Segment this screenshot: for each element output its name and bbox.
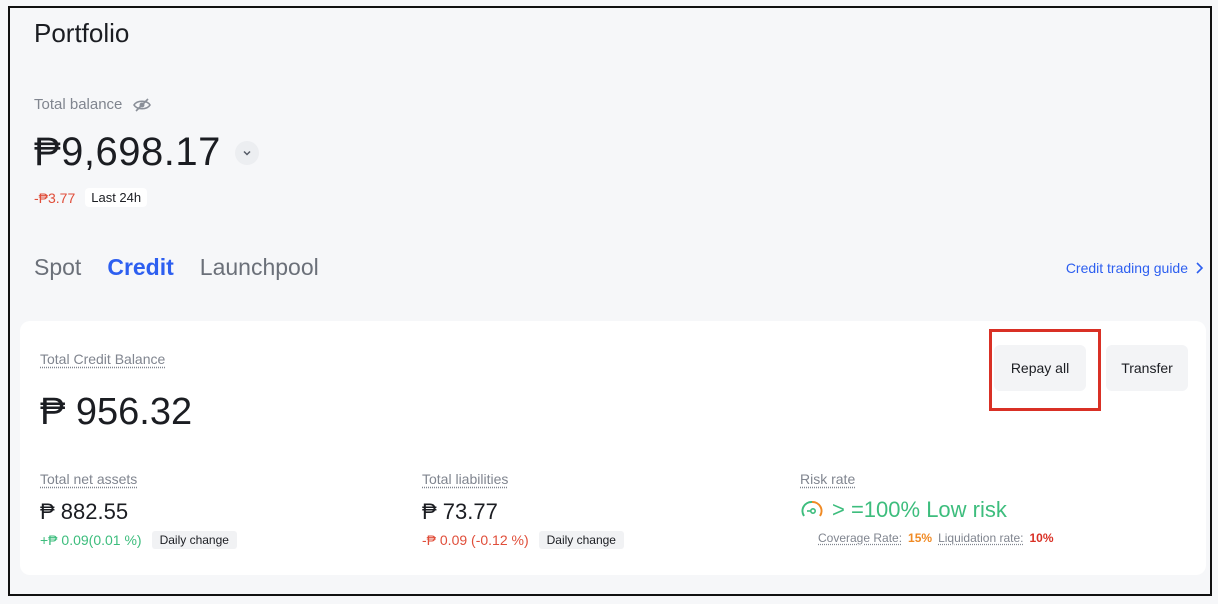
portfolio-tabs: Spot Credit Launchpool — [34, 254, 319, 281]
total-credit-balance-value: ₱ 956.32 — [40, 391, 193, 433]
liabilities-block: Total liabilities ₱ 73.77 -₱ 0.09 (-0.12… — [422, 471, 624, 549]
portfolio-page: Portfolio Total balance ₱9,698.17 -₱3.77… — [8, 6, 1212, 596]
tab-credit[interactable]: Credit — [107, 254, 173, 281]
risk-rate-label[interactable]: Risk rate — [800, 471, 1054, 487]
net-assets-value: ₱ 882.55 — [40, 499, 129, 524]
total-credit-balance-label[interactable]: Total Credit Balance — [40, 351, 165, 367]
transfer-button[interactable]: Transfer — [1106, 345, 1188, 391]
daily-change-badge: Daily change — [538, 531, 624, 549]
net-assets-change-row: +₱ 0.09(0.01 %) Daily change — [40, 531, 237, 549]
period-badge: Last 24h — [85, 188, 148, 207]
liquidation-rate-label[interactable]: Liquidation rate: — [938, 531, 1023, 545]
total-balance-amount: ₱9,698.17 — [34, 130, 221, 174]
net-assets-label[interactable]: Total net assets — [40, 471, 237, 487]
eye-hidden-icon[interactable] — [132, 97, 152, 112]
credit-trading-guide-label: Credit trading guide — [1065, 260, 1188, 276]
risk-rate-row: > =100% Low risk — [800, 497, 1054, 523]
chevron-right-icon — [1196, 262, 1204, 274]
coverage-rate-label[interactable]: Coverage Rate: — [818, 531, 902, 545]
page-title: Portfolio — [34, 18, 130, 48]
liquidation-rate-value: 10% — [1029, 531, 1054, 545]
liabilities-label[interactable]: Total liabilities — [422, 471, 624, 487]
total-balance-label: Total balance — [34, 96, 152, 113]
total-balance-value: ₱9,698.17 — [34, 130, 259, 175]
balance-change-row: -₱3.77 Last 24h — [34, 188, 148, 207]
rates-row: Coverage Rate: 15% Liquidation rate: 10% — [800, 531, 1054, 545]
highlight-box — [989, 329, 1101, 411]
liabilities-value: ₱ 73.77 — [422, 499, 498, 524]
tab-spot[interactable]: Spot — [34, 254, 81, 281]
net-assets-change: +₱ 0.09(0.01 %) — [40, 532, 142, 548]
chevron-down-icon[interactable] — [234, 140, 259, 165]
balance-change: -₱3.77 — [34, 189, 76, 206]
risk-rate-value: > =100% Low risk — [832, 497, 1007, 522]
gauge-icon — [801, 501, 823, 517]
liabilities-change: -₱ 0.09 (-0.12 %) — [422, 532, 529, 548]
tab-launchpool[interactable]: Launchpool — [200, 254, 319, 281]
coverage-rate-value: 15% — [908, 531, 933, 545]
credit-trading-guide-link[interactable]: Credit trading guide — [1066, 260, 1204, 276]
net-assets-block: Total net assets ₱ 882.55 +₱ 0.09(0.01 %… — [40, 471, 237, 549]
risk-block: Risk rate > =100% Low risk Coverage Rate… — [800, 471, 1054, 545]
daily-change-badge: Daily change — [151, 531, 237, 549]
credit-card: Total Credit Balance ₱ 956.32 Repay all … — [20, 321, 1206, 575]
liabilities-change-row: -₱ 0.09 (-0.12 %) Daily change — [422, 531, 624, 549]
total-balance-label-text: Total balance — [34, 96, 123, 113]
